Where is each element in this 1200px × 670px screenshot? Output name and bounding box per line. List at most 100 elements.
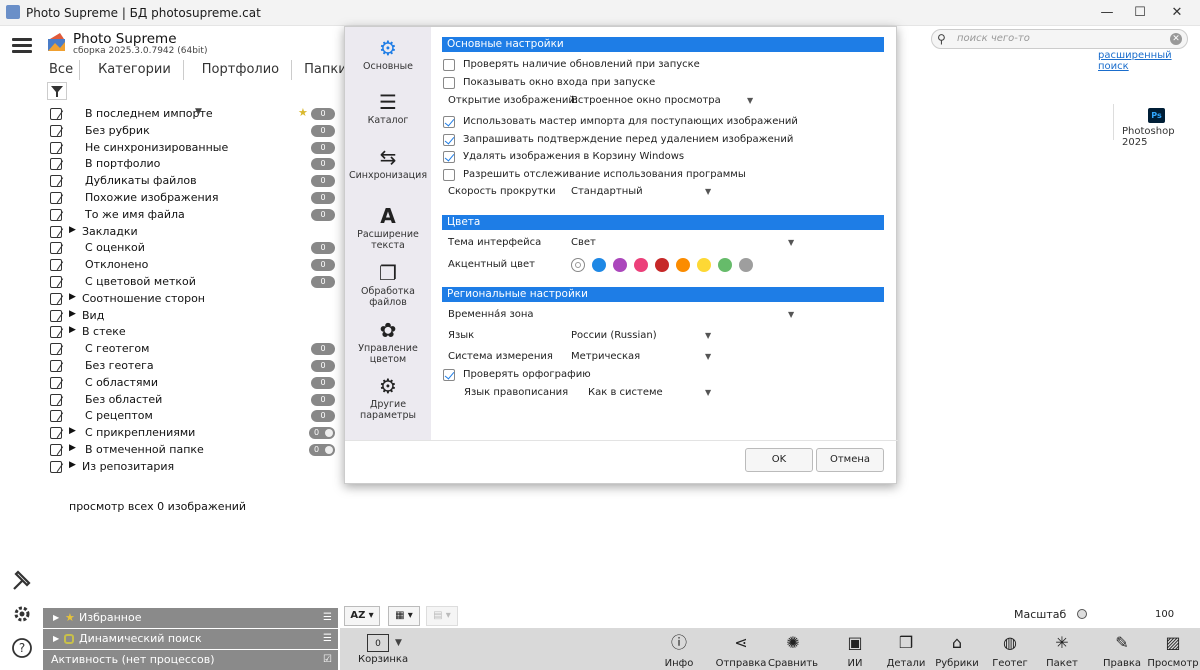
geotag-button[interactable]: ◍ Геотег <box>983 632 1037 669</box>
option-checkbox[interactable] <box>443 133 455 146</box>
accent-swatch[interactable] <box>655 258 669 272</box>
settings-gear-icon[interactable] <box>11 603 33 625</box>
list-item[interactable]: С областями 0 <box>45 375 338 392</box>
nav-sync[interactable]: ⇆ Синхронизация <box>345 144 431 181</box>
edit-checkbox-icon[interactable] <box>50 393 62 406</box>
accent-swatch-default[interactable] <box>571 258 585 272</box>
compare-button[interactable]: ✺ Сравнить <box>766 632 820 669</box>
option-checkbox[interactable] <box>443 77 455 89</box>
edit-checkbox-icon[interactable] <box>50 225 62 238</box>
expand-arrow-icon[interactable]: ▶ <box>69 460 76 470</box>
open-images-select[interactable]: Встроенное окно просмотра <box>571 93 721 109</box>
batch-button[interactable]: ✳ Пакет <box>1035 632 1089 669</box>
list-item[interactable]: С цветовой меткой 0 <box>45 274 338 291</box>
list-item[interactable]: В последнем импорте ▼ ★ 0 <box>45 106 338 123</box>
edit-checkbox-icon[interactable] <box>50 444 62 456</box>
star-icon[interactable]: ★ <box>298 106 308 119</box>
panel-activity[interactable]: Активность (нет процессов) ☑ <box>43 650 338 670</box>
edit-checkbox-icon[interactable] <box>50 108 62 120</box>
edit-button[interactable]: ✎ Правка <box>1095 632 1149 669</box>
list-item[interactable]: Отклонено 0 <box>45 257 338 274</box>
thumbnail-view-button[interactable]: ▤ ▾ <box>426 606 458 626</box>
sort-button[interactable]: AZ ▾ <box>344 606 380 626</box>
expand-arrow-icon[interactable]: ▶ <box>69 426 76 436</box>
option-checkbox[interactable] <box>443 116 455 128</box>
list-item[interactable]: С оценкой 0 <box>45 240 338 257</box>
panel-menu-icon[interactable]: ☰ <box>323 629 332 649</box>
list-item[interactable]: ▶ Из репозитария <box>45 459 338 476</box>
edit-checkbox-icon[interactable] <box>50 208 62 221</box>
accent-swatch[interactable] <box>592 258 606 272</box>
edit-checkbox-icon[interactable] <box>50 276 62 288</box>
edit-checkbox-icon[interactable] <box>50 192 62 204</box>
units-select[interactable]: Метрическая <box>571 349 640 365</box>
edit-checkbox-icon[interactable] <box>50 427 62 440</box>
chevron-down-icon[interactable]: ▼ <box>705 349 711 365</box>
scroll-speed-select[interactable]: Стандартный <box>571 184 643 200</box>
nav-file-processing[interactable]: ❐ Обработка файлов <box>345 260 431 308</box>
hamburger-menu-icon[interactable] <box>12 38 32 54</box>
ok-button[interactable]: OK <box>745 448 813 472</box>
list-item[interactable]: ▶ С прикреплениями 0 <box>45 425 338 442</box>
search-input[interactable]: поиск чего-то <box>957 33 1030 44</box>
tab-all[interactable]: Все <box>43 60 81 80</box>
edit-checkbox-icon[interactable] <box>50 175 62 188</box>
expand-arrow-icon[interactable]: ▶ <box>69 292 76 302</box>
nav-text-expansion[interactable]: A Расширение текста <box>345 203 431 251</box>
spell-lang-select[interactable]: Как в системе <box>588 385 663 401</box>
expand-arrow-icon[interactable]: ▶ <box>69 325 76 335</box>
list-item[interactable]: С рецептом 0 <box>45 408 338 425</box>
categories-button[interactable]: ⌂ Рубрики <box>930 632 984 669</box>
edit-checkbox-icon[interactable] <box>50 309 62 322</box>
list-item[interactable]: С геотегом 0 <box>45 341 338 358</box>
nav-basic[interactable]: ⚙ Основные <box>345 35 431 72</box>
spellcheck-checkbox[interactable] <box>443 369 455 381</box>
list-item[interactable]: В портфолио 0 <box>45 156 338 173</box>
list-item[interactable]: Похожие изображения 0 <box>45 190 338 207</box>
chevron-down-icon[interactable]: ▼ <box>705 184 711 200</box>
cancel-button[interactable]: Отмена <box>816 448 884 472</box>
clear-search-icon[interactable]: ✕ <box>1170 33 1182 45</box>
nav-color-management[interactable]: ✿ Управление цветом <box>345 317 431 365</box>
edit-checkbox-icon[interactable] <box>50 292 62 305</box>
edit-checkbox-icon[interactable] <box>50 326 62 339</box>
list-item[interactable]: ▶ В стеке <box>45 324 338 341</box>
close-button[interactable]: ✕ <box>1154 0 1200 26</box>
chevron-down-icon[interactable]: ▼ <box>705 328 711 344</box>
basket-icon[interactable]: 0 <box>367 634 389 652</box>
expand-arrow-icon[interactable]: ▶ <box>69 309 76 319</box>
accent-swatch[interactable] <box>613 258 627 272</box>
edit-checkbox-icon[interactable] <box>50 141 62 154</box>
accent-swatch[interactable] <box>718 258 732 272</box>
panel-menu-icon[interactable]: ☰ <box>323 608 332 628</box>
list-item[interactable]: ▶ В отмеченной папке 0 <box>45 442 338 459</box>
expand-arrow-icon[interactable]: ▶ <box>69 443 76 453</box>
tools-icon[interactable] <box>11 570 33 592</box>
info-button[interactable]: ⓘ Инфо <box>652 632 706 669</box>
ai-button[interactable]: ▣ ИИ <box>828 632 882 669</box>
chevron-down-icon[interactable]: ▼ <box>788 307 794 323</box>
edit-checkbox-icon[interactable] <box>50 376 62 389</box>
list-item[interactable]: ▶ Закладки <box>45 224 338 241</box>
share-button[interactable]: ⋖ Отправка <box>714 632 768 669</box>
edit-checkbox-icon[interactable] <box>50 242 62 255</box>
view-all-link[interactable]: просмотр всех 0 изображений <box>69 500 246 513</box>
chevron-down-icon[interactable]: ▼ <box>705 385 711 401</box>
edit-checkbox-icon[interactable] <box>50 360 62 372</box>
theme-select[interactable]: Свет <box>571 235 596 251</box>
details-button[interactable]: ❒ Детали <box>879 632 933 669</box>
help-icon[interactable]: ? <box>11 637 33 659</box>
edit-checkbox-icon[interactable] <box>50 460 62 473</box>
chevron-down-icon[interactable]: ▼ <box>788 235 794 251</box>
option-checkbox[interactable] <box>443 59 455 71</box>
edit-checkbox-icon[interactable] <box>50 124 62 137</box>
language-select[interactable]: России (Russian) <box>571 328 657 344</box>
option-checkbox[interactable] <box>443 151 455 164</box>
list-item[interactable]: Без областей 0 <box>45 392 338 409</box>
accent-swatch[interactable] <box>697 258 711 272</box>
tab-portfolio[interactable]: Портфолио <box>190 60 293 80</box>
edit-checkbox-icon[interactable] <box>50 343 62 356</box>
option-checkbox[interactable] <box>443 169 455 182</box>
panel-dynamic-search[interactable]: ▶ Динамический поиск ☰ <box>43 629 338 649</box>
tab-categories[interactable]: Категории <box>86 60 184 80</box>
